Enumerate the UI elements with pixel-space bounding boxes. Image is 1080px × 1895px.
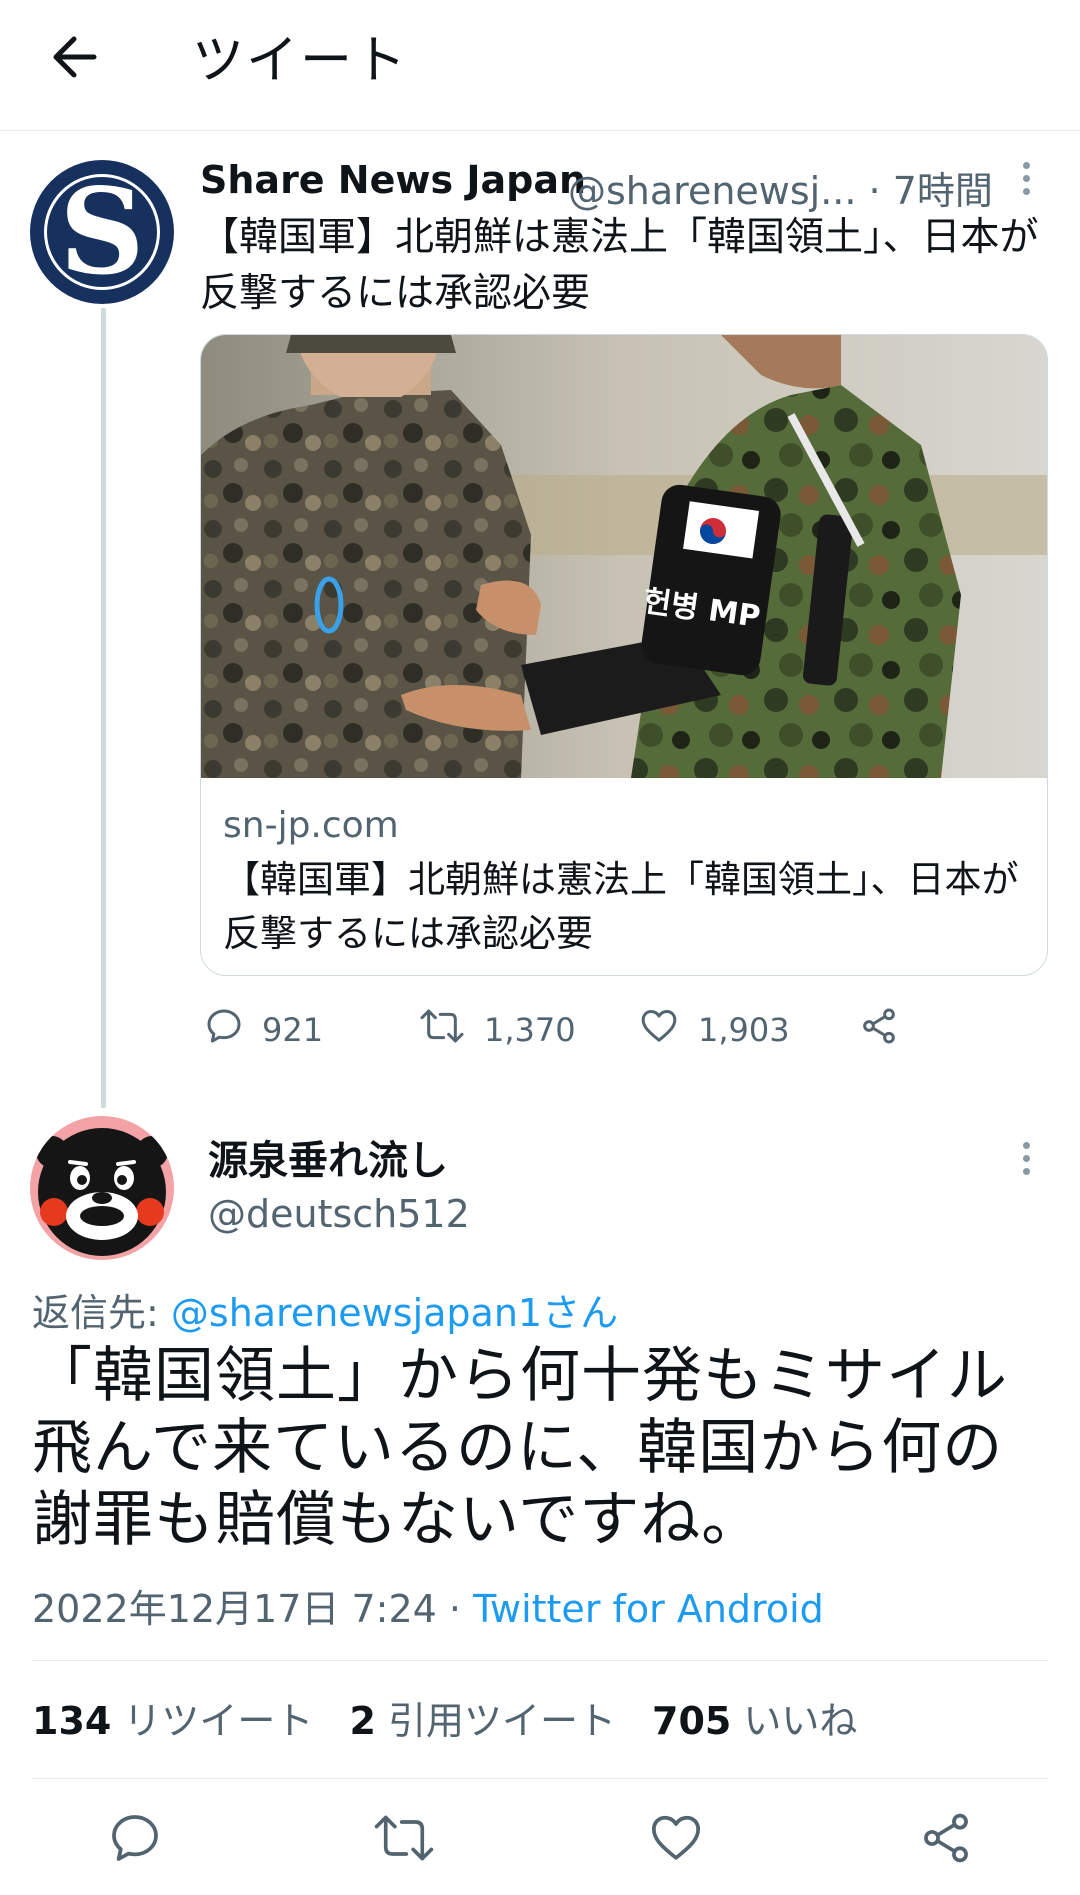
more-icon[interactable] <box>1006 148 1046 208</box>
quotes-count: 2 <box>349 1699 376 1743</box>
retweet-icon[interactable] <box>364 1798 444 1878</box>
card-domain: sn-jp.com <box>223 805 399 846</box>
reply-icon[interactable] <box>95 1798 175 1878</box>
quotes-label: 引用ツイート <box>387 1699 616 1743</box>
reply-context: 返信先: @sharenewsjapan1さん <box>32 1282 618 1337</box>
reply-icon <box>204 1006 244 1054</box>
card-image: 헌병 MP <box>201 335 1047 778</box>
retweets-label: リツイート <box>123 1699 314 1743</box>
author-name[interactable]: Share News Japan <box>200 158 586 202</box>
link-card[interactable]: 헌병 MP sn-jp.com 【韓国軍】北朝鮮は憲法上「韓国領土」、日本が反撃… <box>200 334 1048 976</box>
avatar[interactable]: S <box>30 160 174 304</box>
back-arrow-icon[interactable] <box>44 22 104 92</box>
page-title: ツイート <box>192 31 409 91</box>
engagement-stats: 134 リツイート 2 引用ツイート 705 いいね <box>32 1690 857 1745</box>
retweet-count: 1,370 <box>484 1011 576 1049</box>
author-name[interactable]: 源泉垂れ流し <box>208 1128 448 1186</box>
retweet-action[interactable]: 1,370 <box>418 1006 576 1054</box>
like-icon[interactable] <box>636 1798 716 1878</box>
reply-action[interactable]: 921 <box>204 1006 323 1054</box>
card-title: 【韓国軍】北朝鮮は憲法上「韓国領土」、日本が反撃するには承認必要 <box>223 858 1019 955</box>
quotes-stat[interactable]: 2 引用ツイート <box>349 1699 616 1743</box>
top-bar: ツイート <box>0 0 1080 131</box>
timestamp: 2022年12月17日 7:24 · Twitter for Android <box>32 1578 824 1633</box>
like-action[interactable]: 1,903 <box>638 1006 790 1054</box>
author-meta: @sharenewsj... · 7時間 <box>568 169 993 213</box>
likes-stat[interactable]: 705 いいね <box>652 1699 857 1743</box>
more-icon[interactable] <box>1006 1128 1046 1188</box>
like-count: 1,903 <box>698 1011 790 1049</box>
likes-label: いいね <box>743 1699 858 1743</box>
tweet-time: 2022年12月17日 7:24 · <box>32 1587 474 1631</box>
tweet-text: 【韓国軍】北朝鮮は憲法上「韓国領土」、日本が反撃するには承認必要 <box>200 215 1039 316</box>
likes-count: 705 <box>652 1699 732 1743</box>
reply-mention-link[interactable]: @sharenewsjapan1さん <box>171 1291 618 1335</box>
retweets-stat[interactable]: 134 リツイート <box>32 1699 313 1743</box>
divider <box>32 1778 1048 1779</box>
reply-count: 921 <box>262 1011 324 1049</box>
retweet-icon <box>418 1006 466 1054</box>
tweet-text: 「韓国領土」から何十発もミサイル飛んで来ているのに、韓国から何の謝罪も賠償もない… <box>32 1341 1008 1555</box>
thread-line <box>101 308 106 1108</box>
divider <box>32 1660 1048 1661</box>
share-icon[interactable] <box>906 1798 986 1878</box>
share-icon[interactable] <box>858 1006 900 1046</box>
retweets-count: 134 <box>32 1699 112 1743</box>
like-icon <box>638 1006 680 1054</box>
client-link[interactable]: Twitter for Android <box>473 1587 824 1631</box>
author-handle[interactable]: @deutsch512 <box>208 1192 470 1236</box>
avatar[interactable] <box>30 1116 174 1260</box>
reply-prefix: 返信先: <box>32 1291 171 1335</box>
avatar-letter: S <box>59 162 145 301</box>
